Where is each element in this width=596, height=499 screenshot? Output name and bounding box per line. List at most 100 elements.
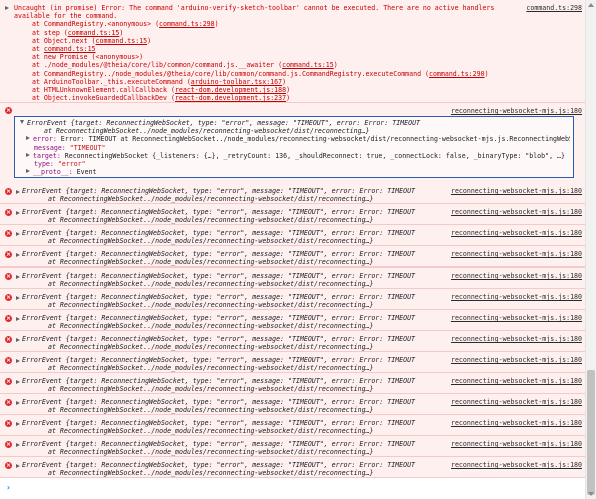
source-link[interactable]: reconnecting-websocket-mjs.js:180 [451,314,582,322]
collapse-triangle-icon[interactable] [20,120,24,124]
timeout-error-row[interactable]: × reconnecting-websocket-mjs.js:180 ErrorE… [0,352,586,373]
object-property-proto[interactable]: __proto__: Event [20,168,570,176]
expand-triangle-icon[interactable] [16,401,20,405]
property-key: error: [33,135,61,144]
source-link[interactable]: reconnecting-websocket-mjs.js:180 [451,272,582,280]
property-value: Event [76,168,97,177]
object-summary[interactable]: ErrorEvent {target: ReconnectingWebSocke… [20,119,570,127]
stack-frame: at new Promise (<anonymous>) [32,53,586,61]
expand-triangle-icon[interactable] [16,317,20,321]
error-icon: × [5,378,12,385]
source-link[interactable]: reconnecting-websocket-mjs.js:180 [451,440,582,448]
timeout-error-row[interactable]: × reconnecting-websocket-mjs.js:180 ErrorE… [0,310,586,331]
error-summary-continued: at ReconnectingWebSocket../node_modules/… [48,469,374,478]
stack-frame-link[interactable]: command.ts:290 [429,70,485,78]
expand-triangle-icon[interactable] [16,359,20,363]
scroll-down-arrow-icon[interactable] [588,492,594,496]
error-icon: × [5,441,12,448]
timeout-error-row[interactable]: × reconnecting-websocket-mjs.js:180 ErrorE… [0,373,586,394]
expand-triangle-icon[interactable] [16,275,20,279]
timeout-error-row[interactable]: × reconnecting-websocket-mjs.js:180 ErrorE… [0,457,586,478]
vertical-scrollbar[interactable] [585,0,596,499]
error-summary-continued: at ReconnectingWebSocket../node_modules/… [48,301,374,310]
stack-frame-text: ) [484,69,489,78]
property-value: "TIMEOUT" [69,143,106,152]
timeout-error-row[interactable]: × reconnecting-websocket-mjs.js:180 ErrorE… [0,183,586,204]
expand-triangle-icon[interactable] [16,380,20,384]
timeout-error-row[interactable]: × reconnecting-websocket-mjs.js:180 ErrorE… [0,204,586,225]
property-key: target: [33,151,65,160]
source-link[interactable]: reconnecting-websocket-mjs.js:180 [451,229,582,237]
source-link[interactable]: reconnecting-websocket-mjs.js:180 [451,107,582,115]
timeout-error-row[interactable]: × reconnecting-websocket-mjs.js:180 ErrorE… [0,394,586,415]
source-link[interactable]: reconnecting-websocket-mjs.js:180 [451,293,582,301]
console-prompt-icon[interactable]: › [6,483,11,492]
source-link[interactable]: command.ts:298 [526,4,582,12]
expand-triangle-icon[interactable] [16,443,20,447]
error-summary-continued: at ReconnectingWebSocket../node_modules/… [48,280,374,289]
expand-triangle-icon[interactable] [26,169,30,174]
timeout-error-row[interactable]: × reconnecting-websocket-mjs.js:180 ErrorE… [0,436,586,457]
error-text: Uncaught (in promise) Error: The command… [14,4,495,12]
source-link[interactable]: reconnecting-websocket-mjs.js:180 [451,335,582,343]
console-error-message: command.ts:298 Uncaught (in promise) Err… [0,0,586,103]
expand-triangle-icon[interactable] [5,6,9,10]
timeout-error-row[interactable]: × reconnecting-websocket-mjs.js:180 ErrorE… [0,331,586,352]
error-icon: × [5,230,12,237]
error-summary-continued: at ReconnectingWebSocket../node_modules/… [48,448,374,457]
expand-triangle-icon[interactable] [16,464,20,468]
object-property-type[interactable]: type: "error" [20,160,570,168]
object-property-message[interactable]: message: "TIMEOUT" [20,144,570,152]
source-link[interactable]: reconnecting-websocket-mjs.js:180 [451,377,582,385]
error-icon: × [5,315,12,322]
expand-triangle-icon[interactable] [26,152,30,157]
error-icon: × [5,209,12,216]
expand-triangle-icon[interactable] [16,211,20,215]
stack-frame-link[interactable]: command.ts:298 [159,20,215,28]
object-property-target[interactable]: target: ReconnectingWebSocket {_listener… [20,152,570,160]
source-link[interactable]: reconnecting-websocket-mjs.js:180 [451,419,582,427]
error-icon: × [5,336,12,343]
stack-frame-link[interactable]: command.ts:15 [44,45,96,53]
stack-frame: at HTMLUnknownElement.callCallback (reac… [32,86,586,94]
source-link[interactable]: reconnecting-websocket-mjs.js:180 [451,250,582,258]
error-summary-continued: at ReconnectingWebSocket../node_modules/… [48,406,374,415]
source-link[interactable]: reconnecting-websocket-mjs.js:180 [451,208,582,216]
scroll-up-arrow-icon[interactable] [588,3,594,7]
console-panel: command.ts:298 Uncaught (in promise) Err… [0,0,586,499]
expand-triangle-icon[interactable] [26,136,30,141]
error-summary-continued: at ReconnectingWebSocket../node_modules/… [48,237,374,246]
error-icon: × [5,420,12,427]
stack-frame-text: at Object.next ( [32,36,96,45]
error-summary-continued: at ReconnectingWebSocket../node_modules/… [48,364,374,373]
expand-triangle-icon[interactable] [16,296,20,300]
error-icon: × [5,273,12,280]
source-link[interactable]: reconnecting-websocket-mjs.js:180 [451,461,582,469]
stack-frame-link[interactable]: command.ts:15 [282,61,334,69]
stack-frame: at command.ts:15 [32,45,586,53]
stack-frame-link[interactable]: command.ts:15 [68,29,120,37]
stack-frame-link[interactable]: command.ts:15 [96,37,148,45]
expand-triangle-icon[interactable] [16,338,20,342]
stack-frame-link[interactable]: react-dom.development.js:188 [175,86,286,94]
stack-frame-link[interactable]: react-dom.development.js:237 [175,94,286,102]
expand-triangle-icon[interactable] [16,253,20,257]
source-link[interactable]: reconnecting-websocket-mjs.js:180 [451,398,582,406]
timeout-error-row[interactable]: × reconnecting-websocket-mjs.js:180 ErrorE… [0,268,586,289]
stack-frame-text: at CommandRegistry../node_modules/@theia… [32,69,429,78]
scrollbar-thumb[interactable] [587,370,595,495]
timeout-error-row[interactable]: × reconnecting-websocket-mjs.js:180 ErrorE… [0,225,586,246]
expand-triangle-icon[interactable] [16,422,20,426]
repeated-errors-list: × reconnecting-websocket-mjs.js:180 ErrorE… [0,268,586,478]
property-value: Error: TIMEOUT at ReconnectingWebSocket.… [60,135,570,144]
timeout-error-row[interactable]: × reconnecting-websocket-mjs.js:180 ErrorE… [0,289,586,310]
expand-triangle-icon[interactable] [16,232,20,236]
expand-triangle-icon[interactable] [16,190,20,194]
source-link[interactable]: reconnecting-websocket-mjs.js:180 [451,356,582,364]
stack-frame-link[interactable]: arduino-toolbar.tsx:167 [191,78,282,86]
error-summary-continued: at ReconnectingWebSocket../node_modules/… [48,258,374,267]
source-link[interactable]: reconnecting-websocket-mjs.js:180 [451,187,582,195]
object-property-error[interactable]: error: Error: TIMEOUT at ReconnectingWeb… [20,135,570,143]
timeout-error-row[interactable]: × reconnecting-websocket-mjs.js:180 ErrorE… [0,415,586,436]
timeout-error-row[interactable]: × reconnecting-websocket-mjs.js:180 ErrorE… [0,246,586,267]
